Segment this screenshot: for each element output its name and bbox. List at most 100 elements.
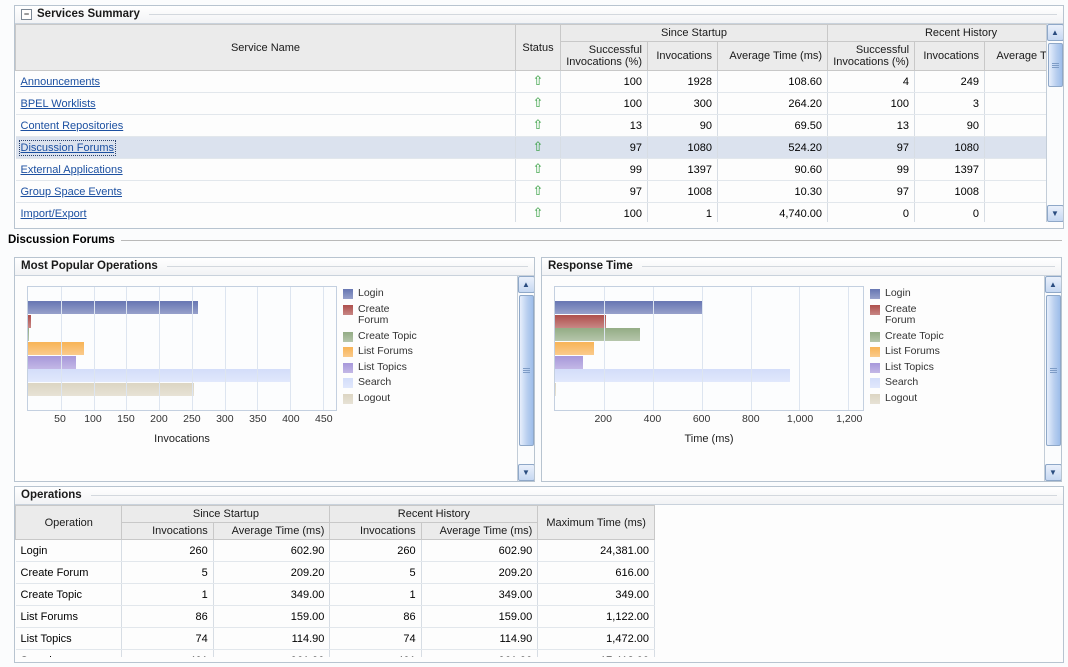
col-ops-rh-invocations[interactable]: Invocations [329,522,422,540]
col-ss-avg-time[interactable]: Average Time (ms) [716,41,829,71]
col-rh-invocations[interactable]: Invocations [914,41,986,71]
cell-service-name[interactable]: BPEL Worklists [15,92,516,115]
legend-item[interactable]: List Forums [870,345,945,358]
bar-list-topics[interactable] [555,355,584,369]
table-row[interactable]: External Applications⇧99139790.609913979… [15,158,1063,181]
scroll-track[interactable] [518,293,534,464]
table-row[interactable]: Discussion Forums⇧971080524.20971080524.… [15,136,1063,159]
table-row[interactable]: Search401961.90401961.9017,418.00 [15,649,655,657]
cell-ss-invocations: 300 [647,92,718,115]
cell-service-name[interactable]: Announcements [15,70,516,93]
bar-list-topics[interactable] [28,355,77,369]
legend-swatch-icon [343,347,353,357]
table-row[interactable]: BPEL Worklists⇧100300264.201003411.30 [15,92,1063,115]
scroll-track[interactable] [1045,293,1061,464]
service-link[interactable]: Discussion Forums [18,139,117,156]
bar-logout[interactable] [28,382,194,396]
legend-item[interactable]: Search [870,376,945,389]
minus-box-icon[interactable]: − [21,8,32,20]
scroll-thumb[interactable] [518,295,534,446]
chart-0-scrollbar[interactable]: ▲ ▼ [517,276,534,481]
gridline [191,287,193,410]
legend-item[interactable]: Create Topic [870,330,945,343]
table-row[interactable]: Announcements⇧1001928108.6042493.30 [15,70,1063,93]
service-link[interactable]: BPEL Worklists [21,98,96,110]
legend-label: Login [885,287,911,299]
cell-service-name[interactable]: Content Repositories [15,114,516,137]
scroll-up-button[interactable]: ▲ [517,276,534,293]
legend-item[interactable]: List Forums [343,345,418,358]
bar-list-forums[interactable] [28,342,85,356]
table-row[interactable]: Login 260 602.90 260 602.90 24,381.00 [15,539,655,562]
service-link[interactable]: Group Space Events [21,186,123,198]
x-tick-label: 1,000 [786,413,814,425]
scroll-down-button[interactable]: ▼ [1046,205,1063,222]
col-service-name[interactable]: Service Name [15,24,516,71]
scroll-thumb[interactable] [1047,43,1063,87]
col-status[interactable]: Status [515,24,561,71]
gridline [750,287,752,410]
col-ops-ss-invocations[interactable]: Invocations [121,522,214,540]
scroll-down-button[interactable]: ▼ [517,464,534,481]
service-link[interactable]: Announcements [21,76,101,88]
bar-create-forum[interactable] [555,314,607,328]
bars-1 [555,301,863,396]
legend-item[interactable]: Login [343,287,418,300]
col-operation[interactable]: Operation [15,505,123,540]
col-rh-successful-pct[interactable]: Successful Invocations (%) [827,41,916,71]
legend-item[interactable]: List Topics [343,361,418,374]
cell-service-name[interactable]: Group Space Events [15,180,516,203]
cell-service-name[interactable]: Import/Export [15,202,516,222]
cell-rh-avg-time: 159.00 [421,605,539,628]
cell-rh-invocations: 1008 [914,180,986,203]
bar-login[interactable] [28,301,199,315]
chart-1-scrollbar[interactable]: ▲ ▼ [1044,276,1061,481]
col-ops-rh-avg-time[interactable]: Average Time (ms) [420,522,539,540]
legend-swatch-icon [343,378,353,388]
legend-item[interactable]: Logout [343,392,418,405]
table-row[interactable]: List Topics 74 114.90 74 114.90 1,472.00 [15,627,655,650]
cell-ss-pct: 97 [560,136,648,159]
scroll-up-button[interactable]: ▲ [1044,276,1061,293]
bar-logout[interactable] [555,382,557,396]
col-ss-invocations[interactable]: Invocations [647,41,718,71]
scroll-track[interactable] [1047,41,1063,205]
scroll-up-button[interactable]: ▲ [1046,24,1063,41]
scroll-thumb[interactable] [1045,295,1061,446]
legend-item[interactable]: List Topics [870,361,945,374]
col-max-time[interactable]: Maximum Time (ms) [537,505,655,540]
table-row[interactable]: Create Topic 1 349.00 1 349.00 349.00 [15,583,655,606]
table-row[interactable]: Import/Export⇧10014,740.00000.00 [15,202,1063,222]
legend-item[interactable]: Create Topic [343,330,418,343]
service-link[interactable]: External Applications [21,164,123,176]
scroll-down-button[interactable]: ▼ [1044,464,1061,481]
cell-service-name[interactable]: Discussion Forums [15,136,516,159]
legend-item[interactable]: Login [870,287,945,300]
service-link[interactable]: Content Repositories [21,120,124,132]
legend-swatch-icon [870,393,880,404]
cell-rh-invocations: 0 [914,202,986,222]
cell-rh-pct: 99 [827,158,916,181]
service-link[interactable]: Import/Export [21,208,87,220]
table-row[interactable]: Content Repositories⇧139069.50139069.50 [15,114,1063,137]
x-tick-label: 600 [692,413,711,425]
legend-item[interactable]: Create Forum [870,303,945,327]
bar-create-topic[interactable] [28,328,30,342]
bar-create-forum[interactable] [28,314,32,328]
services-summary-scrollbar[interactable]: ▲ ▼ [1046,24,1063,222]
bar-list-forums[interactable] [555,342,594,356]
legend-item[interactable]: Search [343,376,418,389]
table-row[interactable]: List Forums 86 159.00 86 159.00 1,122.00 [15,605,655,628]
cell-service-name[interactable]: External Applications [15,158,516,181]
table-row[interactable]: Group Space Events⇧97100810.3097100810.3… [15,180,1063,203]
legend-item[interactable]: Logout [870,392,945,405]
col-ss-successful-pct[interactable]: Successful Invocations (%) [560,41,648,71]
legend-item[interactable]: Create Forum [343,303,418,327]
bar-create-topic[interactable] [555,328,641,342]
col-ops-ss-avg-time[interactable]: Average Time (ms) [212,522,331,540]
table-row[interactable]: Create Forum 5 209.20 5 209.20 616.00 [15,561,655,584]
bar-login[interactable] [555,301,703,315]
cell-status: ⇧ [515,92,561,115]
bar-search[interactable] [555,369,791,383]
operations-panel: Operations Operation Since Startup Recen… [14,486,1064,663]
